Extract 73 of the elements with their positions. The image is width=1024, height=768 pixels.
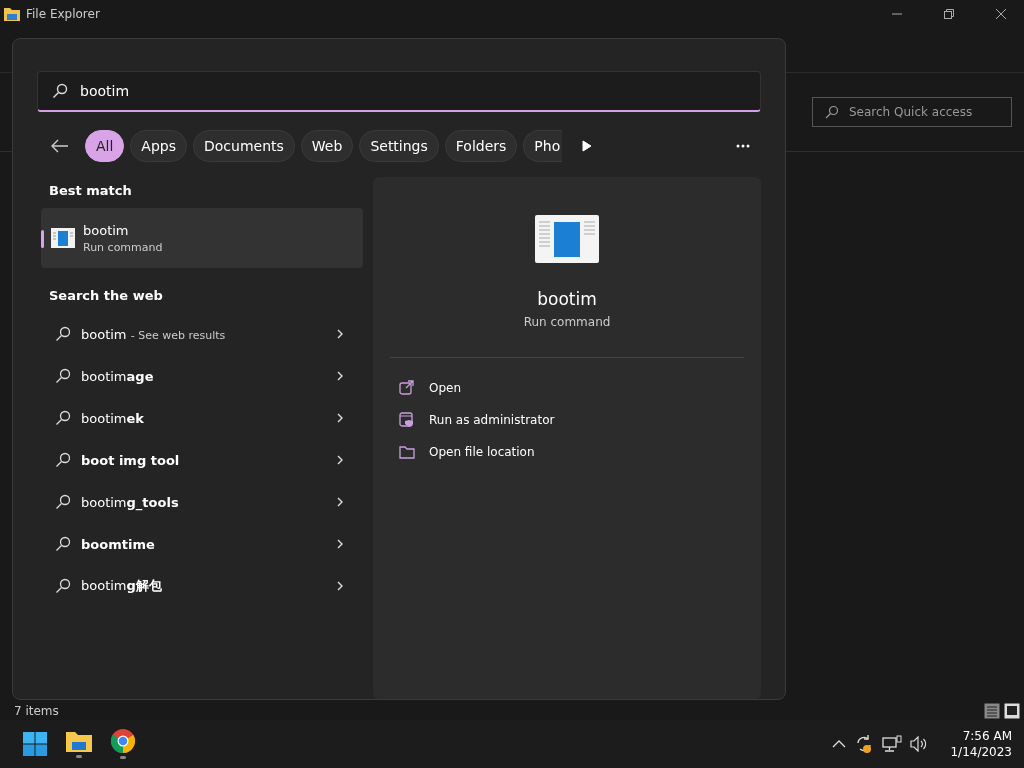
filter-tab[interactable]: Settings bbox=[359, 130, 439, 162]
suggestion-hint: - See web results bbox=[130, 328, 226, 342]
search-field[interactable]: Search Quick access bbox=[847, 104, 1001, 120]
search-field[interactable]: Search Quick access bbox=[812, 97, 1012, 127]
app-type: Run command bbox=[83, 240, 163, 254]
section-heading: Search the web bbox=[48, 287, 164, 305]
filter-tab[interactable]: Apps bbox=[130, 130, 187, 162]
search-field[interactable]: bootim bbox=[37, 71, 761, 112]
suggestion-text: bootimg解包 bbox=[81, 578, 162, 593]
volume-icon[interactable] bbox=[910, 736, 929, 752]
window-title: File Explorer bbox=[26, 7, 101, 21]
chevron-up-icon[interactable] bbox=[832, 739, 847, 749]
search-icon bbox=[55, 494, 71, 510]
filter-tab[interactable]: Pho bbox=[523, 130, 563, 162]
suggestion-text: bootimage bbox=[81, 368, 154, 384]
chevron-right-icon bbox=[337, 581, 343, 591]
network-icon[interactable] bbox=[882, 735, 903, 753]
app-name: bootim bbox=[537, 289, 597, 309]
action-link[interactable]: Open bbox=[399, 372, 462, 404]
folder-icon bbox=[4, 7, 20, 21]
web-suggestion[interactable]: boot img tool bbox=[37, 439, 363, 481]
search-icon bbox=[825, 105, 839, 119]
action-link[interactable]: Open file location bbox=[399, 436, 535, 468]
app-window-icon bbox=[51, 228, 75, 248]
chevron-right-icon bbox=[337, 539, 343, 549]
search-icon bbox=[52, 83, 68, 99]
section-heading: Best match bbox=[48, 182, 133, 200]
clock[interactable]: 7:56 AM 1/14/2023 bbox=[950, 728, 1012, 760]
suggestion-text: bootim bbox=[81, 326, 127, 342]
play-icon[interactable] bbox=[582, 140, 593, 152]
close-icon[interactable] bbox=[995, 8, 1007, 20]
suggestion-text: boot img tool bbox=[81, 452, 180, 468]
web-suggestion[interactable]: bootimg_tools bbox=[37, 481, 363, 523]
search-icon bbox=[55, 368, 71, 384]
windows-logo-icon[interactable] bbox=[23, 732, 47, 756]
suggestion-text: bootimek bbox=[81, 410, 144, 426]
best-match-item[interactable]: bootim Run command bbox=[41, 208, 363, 268]
web-suggestion[interactable]: bootimage bbox=[37, 355, 363, 397]
filter-tab[interactable]: Folders bbox=[444, 130, 518, 162]
chevron-right-icon bbox=[337, 455, 343, 465]
folder-icon[interactable] bbox=[66, 730, 92, 752]
web-suggestion[interactable]: bootimek bbox=[37, 397, 363, 439]
app-type: Run command bbox=[523, 315, 611, 329]
search-icon bbox=[55, 578, 71, 594]
restore-icon[interactable] bbox=[944, 9, 954, 19]
more-icon[interactable] bbox=[736, 144, 751, 148]
search-icon bbox=[55, 326, 71, 342]
tiles-view-icon[interactable] bbox=[1004, 703, 1020, 719]
app-window-icon bbox=[535, 215, 599, 263]
item-count: 7 items bbox=[14, 704, 59, 718]
filter-tab[interactable]: Web bbox=[300, 130, 354, 162]
chevron-right-icon bbox=[337, 497, 343, 507]
web-suggestion[interactable]: boomtime bbox=[37, 523, 363, 565]
search-field[interactable]: bootim bbox=[78, 82, 682, 100]
action-link[interactable]: Run as administrator bbox=[399, 404, 555, 436]
folder-icon bbox=[399, 444, 415, 460]
search-icon bbox=[55, 452, 71, 468]
shield-window-icon bbox=[399, 412, 415, 428]
chevron-right-icon bbox=[337, 329, 343, 339]
app-name: bootim bbox=[83, 222, 130, 238]
filter-tab[interactable]: All bbox=[85, 130, 125, 162]
chevron-right-icon bbox=[337, 413, 343, 423]
search-icon bbox=[55, 410, 71, 426]
suggestion-text: boomtime bbox=[81, 536, 155, 552]
suggestion-text: bootimg_tools bbox=[81, 494, 179, 510]
back-arrow-icon[interactable] bbox=[51, 139, 69, 153]
web-suggestion[interactable]: bootimg解包 bbox=[37, 565, 363, 607]
chevron-right-icon bbox=[337, 371, 343, 381]
open-external-icon bbox=[399, 380, 415, 396]
filter-tab[interactable]: Documents bbox=[193, 130, 295, 162]
web-suggestion[interactable]: bootim - See web results bbox=[37, 313, 363, 355]
browser-icon[interactable] bbox=[111, 729, 135, 753]
search-icon bbox=[55, 536, 71, 552]
